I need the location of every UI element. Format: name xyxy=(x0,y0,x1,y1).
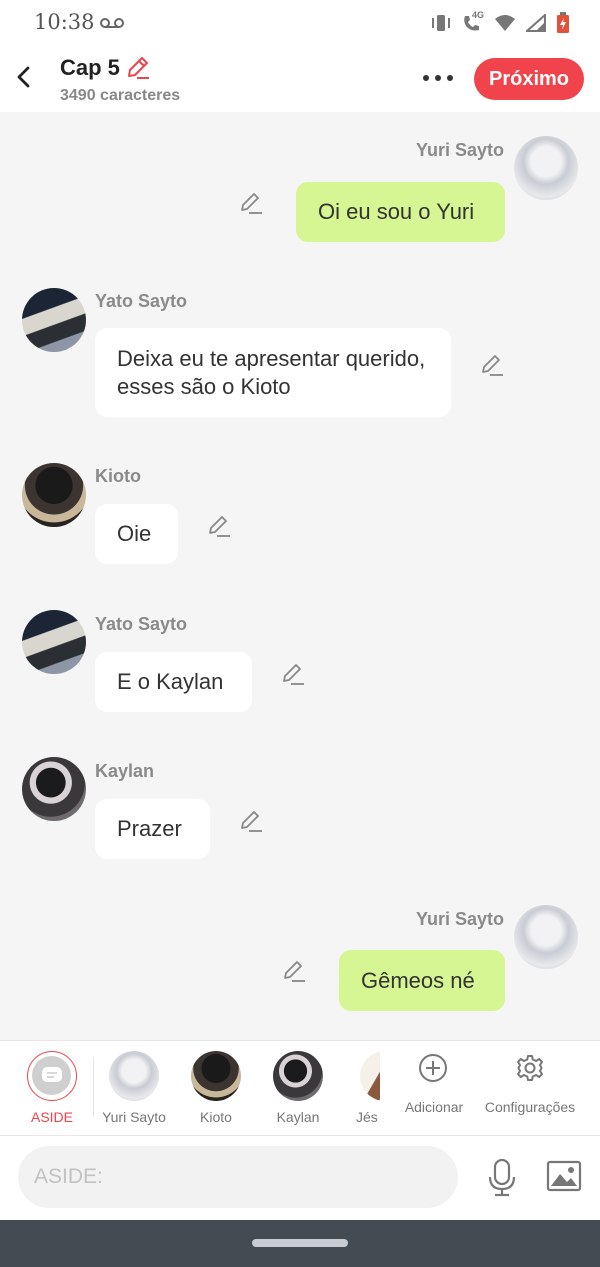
pencil-icon[interactable] xyxy=(206,513,232,539)
aside-selected-ring[interactable] xyxy=(27,1051,77,1101)
character-name: Jés xyxy=(356,1109,378,1125)
signal-icon xyxy=(526,14,546,32)
pencil-icon[interactable] xyxy=(238,808,264,834)
gear-icon[interactable] xyxy=(515,1053,545,1083)
character-option[interactable]: Jés xyxy=(352,1041,380,1137)
network-type: 4G xyxy=(472,10,485,20)
chapter-title[interactable]: Cap 5 xyxy=(60,55,120,81)
avatar[interactable] xyxy=(514,905,578,969)
vibrate-icon xyxy=(432,15,450,31)
message-bubble[interactable]: Oi eu sou o Yuri xyxy=(296,182,505,242)
chat-area[interactable]: Yuri Sayto Oi eu sou o Yuri Yato Sayto D… xyxy=(0,112,600,1040)
character-selector: ASIDE Yuri Sayto Kioto Kaylan Jés Adicio… xyxy=(0,1040,600,1136)
pencil-icon[interactable] xyxy=(281,958,307,984)
sender-name: Kioto xyxy=(95,466,141,486)
message-input[interactable] xyxy=(18,1146,458,1208)
battery-icon xyxy=(557,12,569,33)
character-name: Kaylan xyxy=(276,1109,320,1125)
chat-bubble-icon xyxy=(32,1056,71,1095)
sender-name: Yato Sayto xyxy=(95,614,188,634)
avatar[interactable] xyxy=(22,757,86,821)
add-label: Adicionar xyxy=(404,1099,464,1115)
sender-name: Yato Sayto xyxy=(95,291,188,311)
avatar xyxy=(360,1051,380,1101)
avatar xyxy=(191,1051,241,1101)
avatar[interactable] xyxy=(514,136,578,200)
wifi-icon xyxy=(495,15,515,31)
pencil-icon[interactable] xyxy=(280,661,306,687)
avatar[interactable] xyxy=(22,288,86,352)
composer xyxy=(0,1136,600,1220)
avatar xyxy=(109,1051,159,1101)
next-button[interactable]: Próximo xyxy=(474,58,584,100)
message-bubble[interactable]: E o Kaylan xyxy=(95,652,252,712)
character-count: 3490 caracteres xyxy=(60,87,181,104)
status-time: 10:38 xyxy=(34,10,95,34)
back-arrow-icon[interactable] xyxy=(14,62,36,92)
plus-circle-icon[interactable] xyxy=(418,1053,448,1083)
pencil-icon[interactable] xyxy=(238,190,264,216)
message-bubble[interactable]: Gêmeos né xyxy=(339,950,505,1011)
message-bubble[interactable]: Oie xyxy=(95,504,178,564)
pencil-icon[interactable] xyxy=(124,55,150,81)
pencil-icon[interactable] xyxy=(479,352,505,378)
sender-name: Kaylan xyxy=(95,761,155,781)
system-nav-bar xyxy=(0,1220,600,1267)
avatar[interactable] xyxy=(22,463,86,527)
avatar xyxy=(273,1051,323,1101)
status-bar: 10:38 4G xyxy=(0,0,600,46)
image-icon[interactable] xyxy=(546,1160,582,1192)
message-bubble[interactable]: Deixa eu te apresentar querido, esses sã… xyxy=(95,328,451,417)
mic-icon[interactable] xyxy=(486,1158,518,1198)
home-indicator[interactable] xyxy=(252,1239,348,1247)
voicemail-icon xyxy=(100,18,124,28)
chapter-header: Cap 5 3490 caracteres Próximo xyxy=(0,46,600,112)
status-icons: 4G xyxy=(430,10,570,34)
message-bubble[interactable]: Prazer xyxy=(95,799,210,859)
settings-label: Configurações xyxy=(484,1099,576,1115)
avatar[interactable] xyxy=(22,610,86,674)
sender-name: Yuri Sayto xyxy=(415,909,504,929)
sender-name: Yuri Sayto xyxy=(415,140,504,160)
more-icon[interactable] xyxy=(419,66,457,90)
character-option[interactable]: Kaylan xyxy=(248,1041,348,1137)
call-4g-indicator: 4G xyxy=(462,10,485,33)
